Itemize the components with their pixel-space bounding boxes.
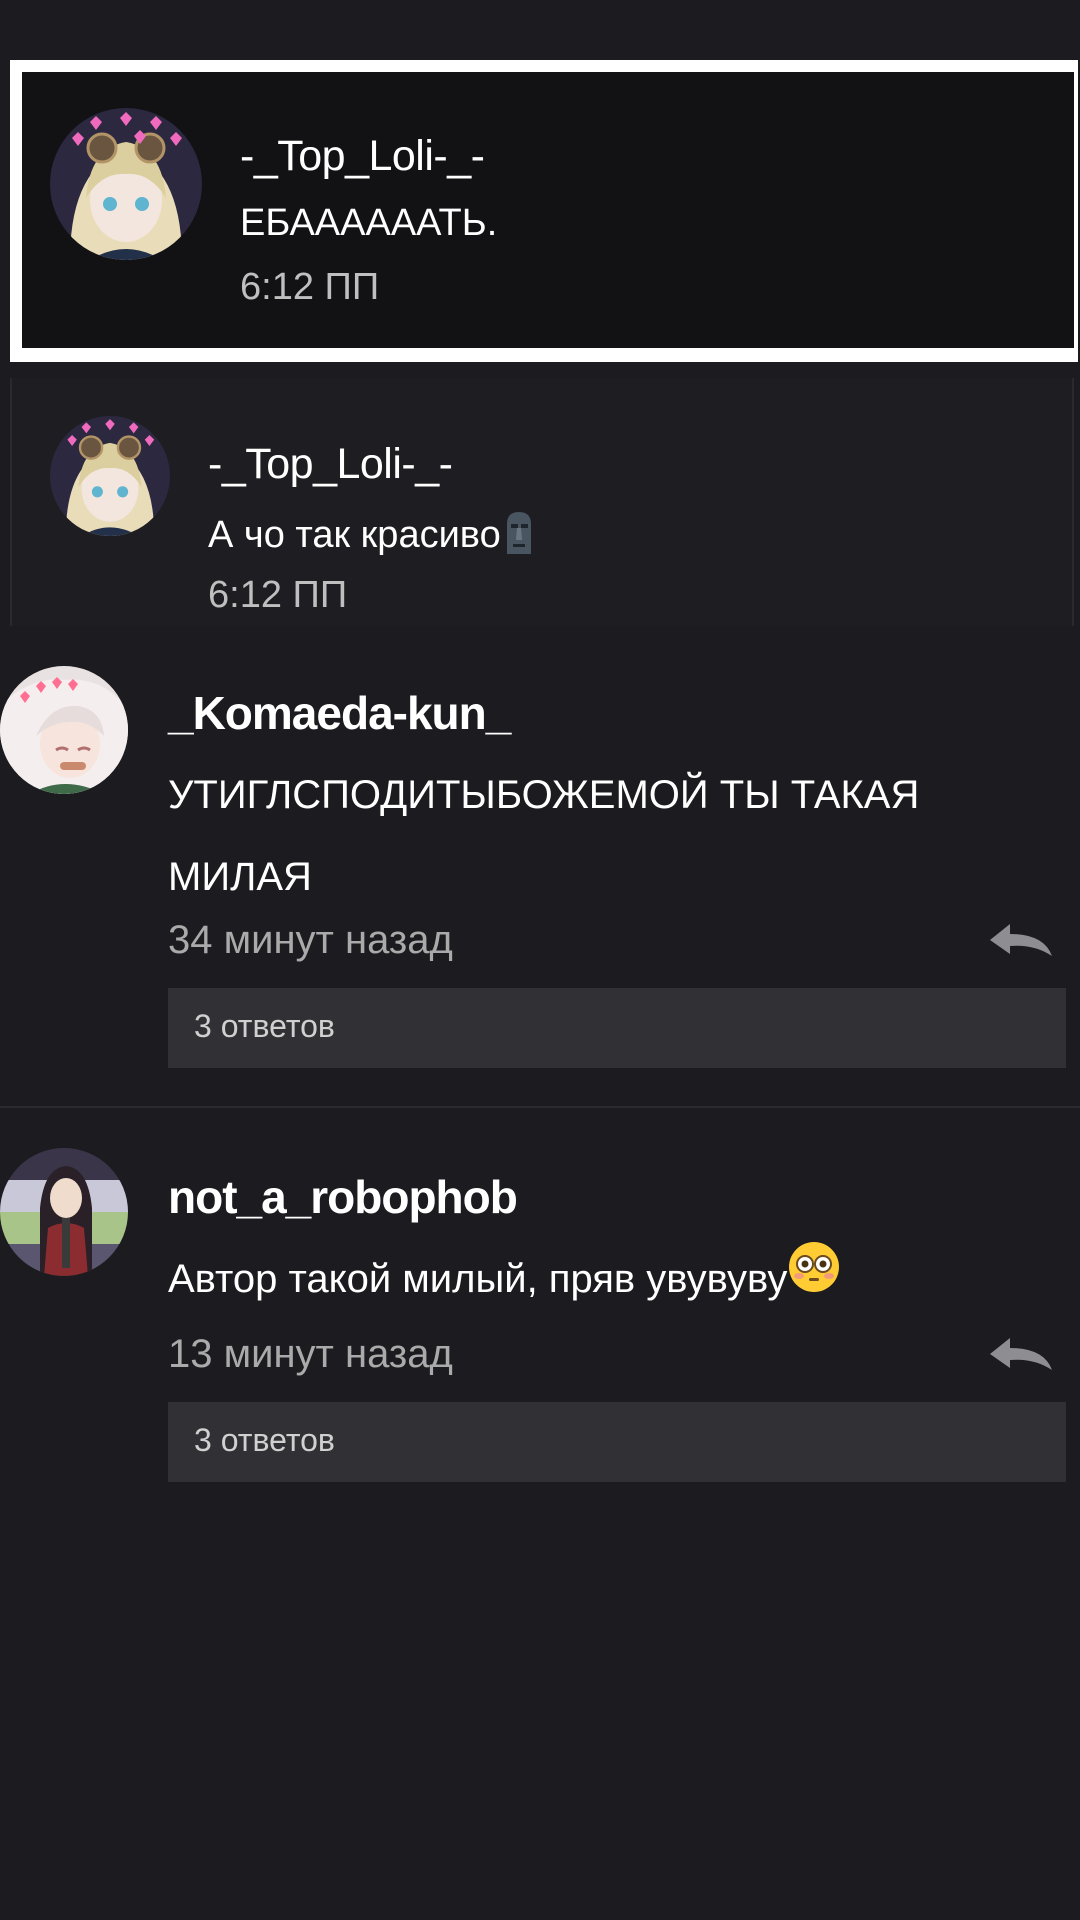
flushed-face-emoji-icon [787,1240,841,1322]
notification-message: А чо так красиво [208,514,501,557]
notification-username[interactable]: -_Top_Loli-_- [208,440,453,489]
notification-time: 6:12 ПП [240,266,380,308]
avatar[interactable] [0,1148,128,1276]
replies-count: 3 ответов [194,1422,335,1458]
comment-text: Автор такой милый, пряв увувуву [168,1257,788,1301]
moai-emoji-icon [501,510,537,564]
notification-card[interactable]: -_Top_Loli-_- А чо так красиво 6:12 ПП [10,378,1074,626]
reply-button[interactable] [986,920,1056,960]
replies-button[interactable]: 3 ответов [168,988,1066,1068]
comment-text: УТИГЛСПОДИТЫБОЖЕМОЙ ТЫ ТАКАЯ МИЛАЯ [168,773,920,899]
comment-time: 34 минут назад [168,918,453,962]
anime-avatar-icon [50,108,202,260]
anime-avatar-icon [0,666,128,794]
comment-username[interactable]: not_a_robophob [168,1170,518,1224]
avatar[interactable] [50,416,170,536]
comment-time: 13 минут назад [168,1332,453,1376]
notification-message-row: А чо так красиво [208,510,537,564]
notification-username[interactable]: -_Top_Loli-_- [240,132,485,181]
comment-divider [0,1106,1080,1108]
reply-arrow-icon [990,1338,1052,1370]
avatar[interactable] [0,666,128,794]
reply-arrow-icon [990,924,1052,956]
avatar[interactable] [50,108,202,260]
notification-card[interactable]: -_Top_Loli-_- ЕБААААААТЬ. 6:12 ПП [22,72,1074,348]
anime-avatar-icon [0,1148,128,1276]
notification-time: 6:12 ПП [208,574,348,616]
replies-button[interactable]: 3 ответов [168,1402,1066,1482]
comment-username[interactable]: _Komaeda-kun_ [168,686,511,740]
reply-button[interactable] [986,1334,1056,1374]
anime-avatar-icon [50,416,170,536]
notification-message: ЕБААААААТЬ. [240,202,498,244]
comment-text-row: Автор такой милый, пряв увувуву [168,1238,1068,1322]
replies-count: 3 ответов [194,1008,335,1044]
